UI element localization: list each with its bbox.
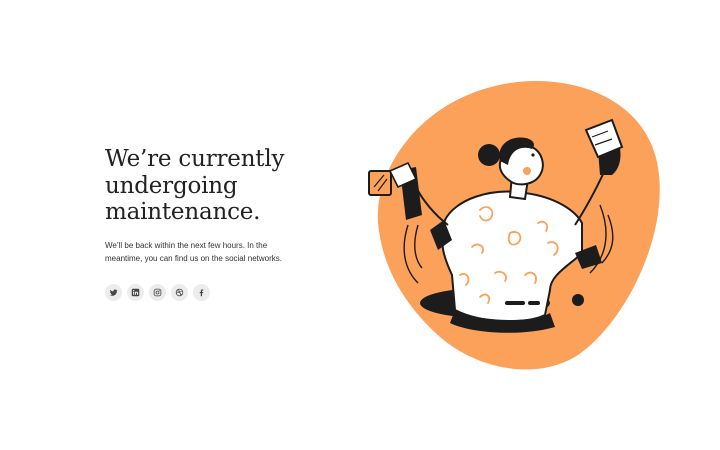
social-links [105, 284, 210, 301]
hair-bun [478, 144, 500, 166]
facebook-link[interactable] [193, 284, 210, 301]
facebook-icon [199, 289, 204, 297]
dribbble-link[interactable] [171, 284, 188, 301]
floor-debris [572, 294, 584, 306]
cheek-blush [523, 167, 531, 175]
maintenance-message: We’re currently undergoing maintenance. … [105, 146, 345, 265]
headline-line-1: We’re currently [105, 146, 285, 172]
maintenance-description: We’ll be back within the next few hours.… [105, 239, 305, 265]
character-eye [531, 153, 535, 157]
linkedin-link[interactable] [127, 284, 144, 301]
description-line-2: meantime, you can find us on the social … [105, 253, 282, 263]
belt-mark-1 [505, 301, 525, 305]
headline-line-2: undergoing [105, 172, 238, 199]
twitter-icon [109, 289, 118, 296]
belt-mark-2 [528, 301, 540, 305]
instagram-link[interactable] [149, 284, 166, 301]
instagram-icon [153, 288, 162, 297]
page-title: We’re currently undergoing maintenance. [105, 146, 345, 226]
twitter-link[interactable] [105, 284, 122, 301]
linkedin-icon [131, 288, 140, 297]
headline-line-3: maintenance. [105, 199, 261, 225]
description-line-1: We’ll be back within the next few hours.… [105, 240, 268, 250]
dribbble-icon [175, 288, 184, 297]
spray-bottle [368, 170, 392, 196]
maintenance-page: We’re currently undergoing maintenance. … [0, 0, 720, 450]
maintenance-illustration [368, 80, 660, 370]
